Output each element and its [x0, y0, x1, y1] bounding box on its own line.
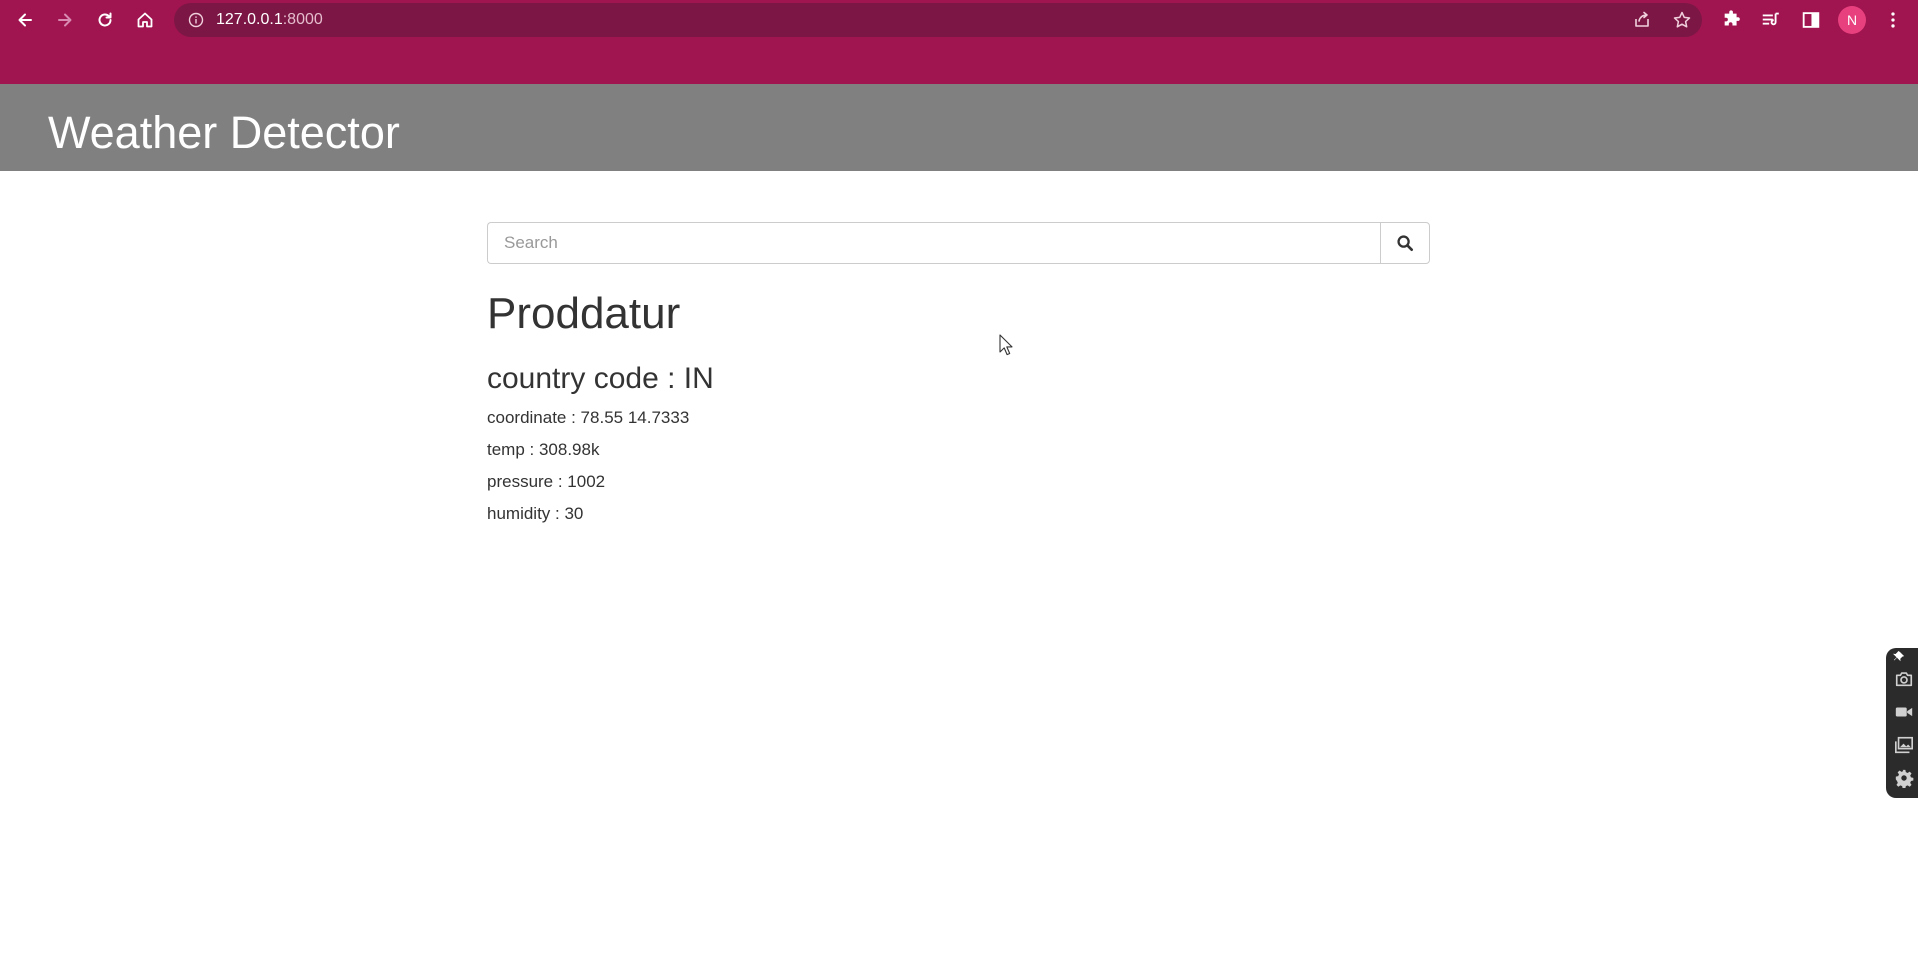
- url-host: 127.0.0.1: [216, 11, 283, 28]
- info-icon[interactable]: [188, 12, 204, 28]
- search-icon: [1396, 234, 1413, 251]
- reload-icon: [98, 12, 112, 27]
- side-panel-icon: [1802, 12, 1820, 28]
- reload-button[interactable]: [89, 4, 121, 36]
- gallery-icon: [1895, 736, 1913, 754]
- address-bar[interactable]: 127.0.0.1:8000: [174, 3, 1702, 37]
- widget-pin-button[interactable]: [1890, 650, 1908, 664]
- weather-result: Proddatur country code : IN coordinate :…: [487, 284, 1430, 523]
- city-name: Proddatur: [487, 289, 681, 338]
- humidity-text: humidity : 30: [487, 504, 584, 523]
- playlist-icon: [1762, 12, 1779, 26]
- forward-button[interactable]: [49, 4, 81, 36]
- media-controls-button[interactable]: [1759, 8, 1783, 32]
- share-icon[interactable]: [1632, 10, 1652, 30]
- gear-icon: [1895, 769, 1914, 788]
- gallery-button[interactable]: [1892, 733, 1916, 757]
- video-icon: [1895, 707, 1913, 717]
- site-header: Weather Detector: [0, 84, 1918, 171]
- star-icon[interactable]: [1672, 10, 1692, 30]
- url-text: 127.0.0.1:8000: [216, 11, 323, 29]
- url-port: :8000: [282, 11, 323, 28]
- country-code: country code : IN: [487, 362, 714, 395]
- pressure-text: pressure : 1002: [487, 472, 606, 491]
- puzzle-icon: [1724, 10, 1740, 26]
- browser-chrome: 127.0.0.1:8000 N: [0, 0, 1918, 84]
- search-input[interactable]: [487, 222, 1381, 264]
- capture-widget: [1886, 648, 1918, 798]
- record-video-button[interactable]: [1892, 700, 1916, 724]
- temperature-text: temp : 308.98k: [487, 440, 600, 459]
- side-panel-button[interactable]: [1799, 8, 1823, 32]
- kebab-menu-icon: [1891, 12, 1895, 28]
- home-button[interactable]: [129, 4, 161, 36]
- home-icon: [137, 12, 153, 28]
- back-button[interactable]: [9, 4, 41, 36]
- camera-icon: [1895, 672, 1913, 687]
- search-button[interactable]: [1380, 222, 1430, 264]
- browser-menu-button[interactable]: [1881, 8, 1905, 32]
- widget-settings-button[interactable]: [1892, 766, 1916, 790]
- browser-toolbar: 127.0.0.1:8000 N: [0, 0, 1918, 40]
- extensions-button[interactable]: [1720, 8, 1744, 32]
- arrow-left-icon: [18, 13, 32, 27]
- profile-avatar[interactable]: N: [1838, 6, 1866, 34]
- search-form: [487, 222, 1430, 264]
- screenshot-button[interactable]: [1892, 667, 1916, 691]
- coordinate-text: coordinate : 78.55 14.7333: [487, 408, 690, 427]
- site-title: Weather Detector: [48, 107, 400, 158]
- pin-icon: [1893, 651, 1905, 662]
- mouse-pointer-icon: [999, 334, 1013, 356]
- arrow-right-icon: [58, 13, 72, 27]
